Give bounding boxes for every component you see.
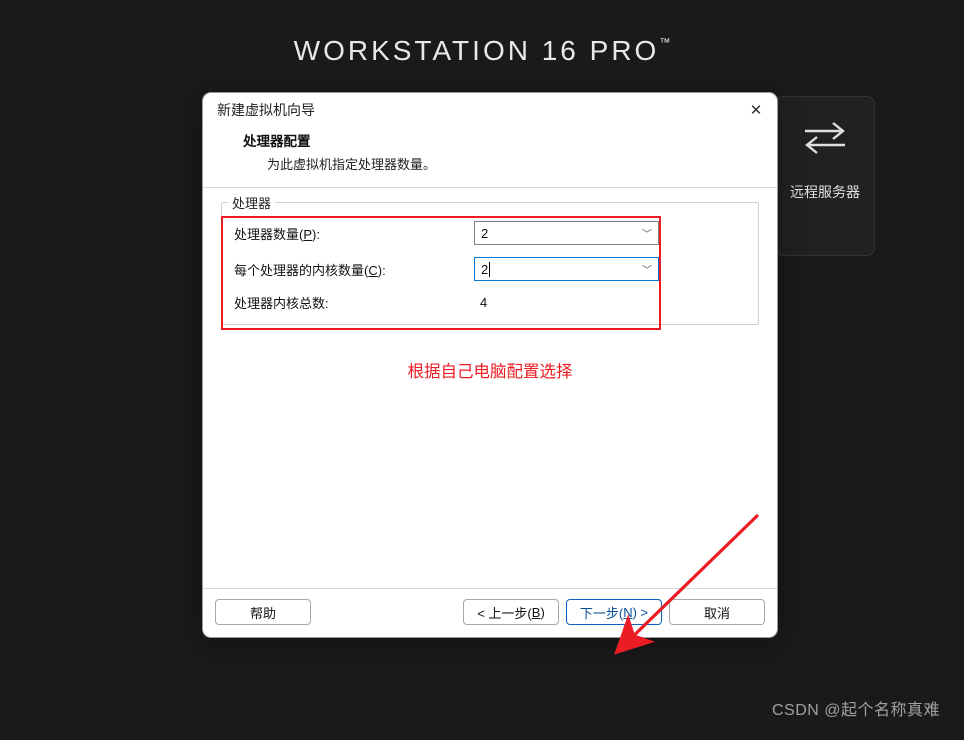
cores-value: 2 [481, 262, 488, 277]
annotation-hint-text: 根据自己电脑配置选择 [203, 358, 777, 382]
label-total-cores: 处理器内核总数: [234, 293, 474, 312]
row-total-cores: 处理器内核总数: 4 [234, 293, 746, 312]
swap-arrows-icon [776, 121, 874, 158]
close-icon: ✕ [750, 101, 763, 119]
label-processor-count: 处理器数量(P): [234, 224, 474, 243]
help-button[interactable]: 帮助 [215, 599, 311, 625]
header-subtitle: 为此虚拟机指定处理器数量。 [267, 154, 765, 173]
group-label: 处理器 [228, 193, 275, 212]
tile-remote-server[interactable]: 远程服务器 [775, 96, 875, 256]
dialog-footer: 帮助 < 上一步(B) 下一步(N) > 取消 [203, 588, 777, 637]
label-cores-per-processor: 每个处理器的内核数量(C): [234, 260, 474, 279]
back-button[interactable]: < 上一步(B) [463, 599, 559, 625]
close-button[interactable]: ✕ [747, 101, 765, 119]
branding-light: PRO [579, 35, 659, 66]
chevron-down-icon: ﹀ [642, 226, 652, 241]
dialog-title: 新建虚拟机向导 [217, 100, 315, 120]
dialog-header: 处理器配置 为此虚拟机指定处理器数量。 [203, 126, 777, 188]
branding-tm: ™ [659, 37, 670, 49]
new-vm-wizard-dialog: 新建虚拟机向导 ✕ 处理器配置 为此虚拟机指定处理器数量。 处理器 处理器数量(… [202, 92, 778, 638]
watermark-text: CSDN @起个名称真难 [772, 696, 940, 720]
dialog-titlebar: 新建虚拟机向导 ✕ [203, 93, 777, 126]
cancel-button[interactable]: 取消 [669, 599, 765, 625]
processor-group: 处理器 处理器数量(P): 2 ﹀ 每个处理器的内核数量(C): 2 ﹀ [221, 202, 759, 325]
processor-count-value: 2 [481, 226, 488, 241]
processor-count-select[interactable]: 2 ﹀ [474, 221, 659, 245]
chevron-down-icon: ﹀ [642, 262, 652, 277]
dialog-body: 处理器 处理器数量(P): 2 ﹀ 每个处理器的内核数量(C): 2 ﹀ [203, 188, 777, 588]
text-caret [489, 262, 490, 277]
app-branding: WORKSTATION 16 PRO™ [0, 35, 964, 67]
next-button[interactable]: 下一步(N) > [566, 599, 662, 625]
row-processor-count: 处理器数量(P): 2 ﹀ [234, 221, 746, 245]
row-cores-per-processor: 每个处理器的内核数量(C): 2 ﹀ [234, 257, 746, 281]
cores-per-processor-select[interactable]: 2 ﹀ [474, 257, 659, 281]
tile-label: 远程服务器 [776, 182, 874, 202]
total-cores-value: 4 [474, 295, 487, 310]
annotation-arrow-icon [543, 510, 803, 660]
branding-bold: WORKSTATION 16 [294, 35, 579, 66]
header-title: 处理器配置 [243, 130, 765, 150]
